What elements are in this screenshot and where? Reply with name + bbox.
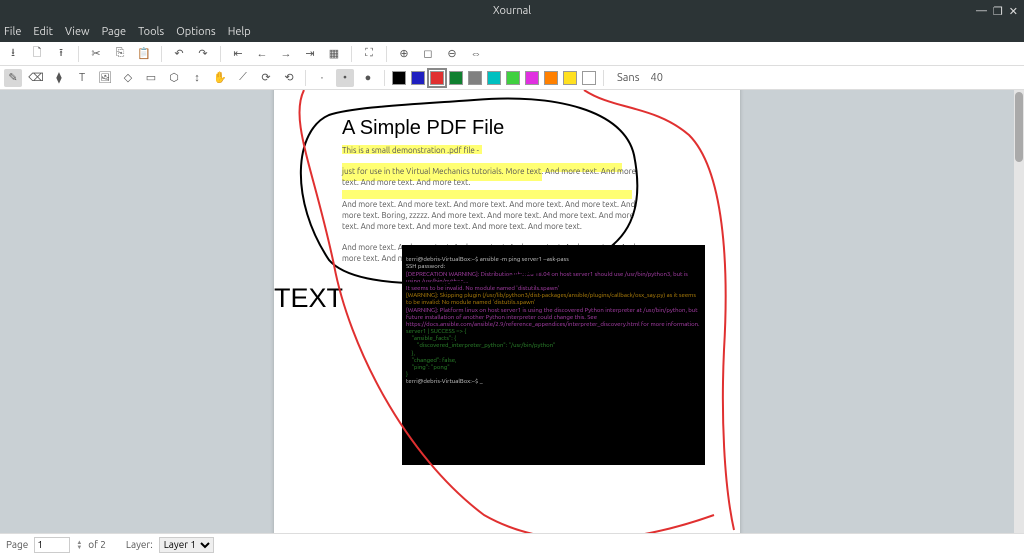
zoom-100-icon[interactable]: ◻	[419, 45, 437, 63]
color-gray[interactable]	[468, 71, 482, 85]
pen-tool[interactable]: ✎	[4, 69, 22, 87]
color-cyan[interactable]	[487, 71, 501, 85]
hand-tool[interactable]: ✋	[211, 69, 229, 87]
text-annotation[interactable]: TEXT	[274, 283, 343, 314]
pdf-title: A Simple PDF File	[342, 117, 504, 140]
redo-icon[interactable]: ↷	[194, 45, 212, 63]
color-lime[interactable]	[506, 71, 520, 85]
page-number-input[interactable]	[34, 537, 70, 553]
save-icon[interactable]: ⭳	[4, 45, 22, 63]
default-tool[interactable]: ⟲	[280, 69, 298, 87]
undo-icon[interactable]: ↶	[170, 45, 188, 63]
select-region-tool[interactable]: ⬡	[165, 69, 183, 87]
next-page-icon[interactable]: →	[277, 45, 295, 63]
embedded-image: terri@debris-VirtualBox:~$ ansible -m pi…	[402, 245, 705, 465]
recognizer-tool[interactable]: ⟳	[257, 69, 275, 87]
zoom-out-icon[interactable]: ⊖	[443, 45, 461, 63]
ruler-tool[interactable]: ⟋	[234, 69, 252, 87]
font-size[interactable]: 40	[650, 72, 662, 84]
color-magenta[interactable]	[525, 71, 539, 85]
page-of-label: of 2	[88, 539, 106, 550]
color-yellow[interactable]	[563, 71, 577, 85]
eraser-tool[interactable]: ⌫	[27, 69, 45, 87]
menu-view[interactable]: View	[65, 26, 90, 38]
new-icon[interactable]: 🗋	[28, 45, 46, 63]
zoom-in-icon[interactable]: ⊕	[395, 45, 413, 63]
cut-icon[interactable]: ✂	[87, 45, 105, 63]
page-label: Page	[6, 539, 28, 550]
menu-options[interactable]: Options	[176, 26, 215, 38]
menu-help[interactable]: Help	[228, 26, 251, 38]
paste-icon[interactable]: 📋	[135, 45, 153, 63]
window-title: Xournal	[493, 5, 531, 17]
menubar: File Edit View Page Tools Options Help	[0, 22, 1024, 42]
fullscreen-icon[interactable]: ⛶	[360, 45, 378, 63]
color-red[interactable]	[430, 71, 444, 85]
image-tool[interactable]: 🖼	[96, 69, 114, 87]
tools-toolbar: ✎ ⌫ ⧫ T 🖼 ◇ ▭ ⬡ ↕ ✋ ⟋ ⟳ ⟲ · • ● Sans 40	[0, 66, 1024, 90]
shape-tool[interactable]: ◇	[119, 69, 137, 87]
minimize-button[interactable]: —	[976, 5, 987, 17]
color-black[interactable]	[392, 71, 406, 85]
select-rect-tool[interactable]: ▭	[142, 69, 160, 87]
open-icon[interactable]: ⭱	[52, 45, 70, 63]
color-white[interactable]	[582, 71, 596, 85]
close-button[interactable]: ✕	[1009, 5, 1018, 18]
thin-dot[interactable]: ·	[313, 69, 331, 87]
menu-page[interactable]: Page	[102, 26, 127, 38]
color-blue[interactable]	[411, 71, 425, 85]
thick-dot[interactable]: ●	[359, 69, 377, 87]
titlebar: Xournal — ❐ ✕	[0, 0, 1024, 22]
vspace-tool[interactable]: ↕	[188, 69, 206, 87]
zoom-fit-icon[interactable]: ▦	[325, 45, 343, 63]
color-orange[interactable]	[544, 71, 558, 85]
status-bar: Page ▲▼ of 2 Layer: Layer 1	[0, 533, 1024, 555]
medium-dot[interactable]: •	[336, 69, 354, 87]
highlighter-tool[interactable]: ⧫	[50, 69, 68, 87]
menu-edit[interactable]: Edit	[33, 26, 53, 38]
color-green[interactable]	[449, 71, 463, 85]
page-width-icon[interactable]: ⇔	[467, 45, 485, 63]
menu-file[interactable]: File	[4, 26, 21, 38]
canvas-area[interactable]: A Simple PDF File This is a small demons…	[0, 90, 1014, 533]
last-page-icon[interactable]: ⇥	[301, 45, 319, 63]
document-page[interactable]: A Simple PDF File This is a small demons…	[274, 90, 740, 533]
maximize-button[interactable]: ❐	[993, 5, 1003, 18]
layer-label: Layer:	[126, 539, 153, 550]
vertical-scrollbar[interactable]	[1014, 90, 1024, 533]
page-spinner[interactable]: ▲▼	[76, 540, 82, 550]
text-tool[interactable]: T	[73, 69, 91, 87]
copy-icon[interactable]: ⎘	[111, 45, 129, 63]
first-page-icon[interactable]: ⇤	[229, 45, 247, 63]
font-name[interactable]: Sans	[617, 72, 639, 84]
main-toolbar: ⭳ 🗋 ⭱ ✂ ⎘ 📋 ↶ ↷ ⇤ ← → ⇥ ▦ ⛶ ⊕ ◻ ⊖ ⇔	[0, 42, 1024, 66]
menu-tools[interactable]: Tools	[138, 26, 164, 38]
prev-page-icon[interactable]: ←	[253, 45, 271, 63]
scroll-thumb[interactable]	[1015, 92, 1023, 162]
layer-select[interactable]: Layer 1	[159, 537, 214, 553]
